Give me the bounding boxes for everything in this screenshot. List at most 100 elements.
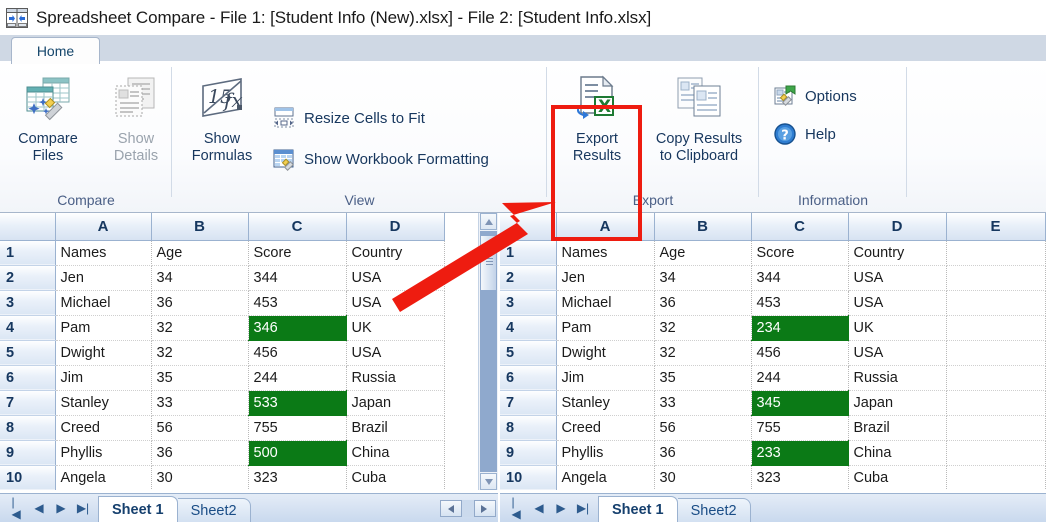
- file-2-grid[interactable]: ABCDE1NamesAgeScoreCountry2Jen34344USA3M…: [500, 213, 1046, 490]
- row-header-2[interactable]: 2: [0, 265, 55, 290]
- column-header-A[interactable]: A: [556, 213, 654, 240]
- select-all-corner[interactable]: [500, 213, 556, 240]
- cell-D3[interactable]: USA: [848, 290, 946, 315]
- last-sheet-icon[interactable]: ▶|: [72, 498, 94, 518]
- sheet-tab-sheet2[interactable]: Sheet2: [178, 498, 251, 522]
- scroll-down-arrow-icon[interactable]: [480, 473, 497, 490]
- compare-files-button[interactable]: Compare Files: [4, 69, 92, 194]
- cell-B2[interactable]: 34: [654, 265, 751, 290]
- cell-C10[interactable]: 323: [751, 465, 848, 490]
- scrollbar-thumb[interactable]: [480, 235, 497, 291]
- column-header-C[interactable]: C: [751, 213, 848, 240]
- cell-B8[interactable]: 56: [654, 415, 751, 440]
- select-all-corner[interactable]: [0, 213, 55, 240]
- column-header-C[interactable]: C: [248, 213, 346, 240]
- row-header-7[interactable]: 7: [500, 390, 556, 415]
- row-header-6[interactable]: 6: [500, 365, 556, 390]
- row-header-8[interactable]: 8: [500, 415, 556, 440]
- cell-C7[interactable]: 533: [248, 390, 346, 415]
- cell-C5[interactable]: 456: [248, 340, 346, 365]
- row-header-2[interactable]: 2: [500, 265, 556, 290]
- cell-C2[interactable]: 344: [751, 265, 848, 290]
- cell-C9[interactable]: 233: [751, 440, 848, 465]
- cell-C2[interactable]: 344: [248, 265, 346, 290]
- cell-D10[interactable]: Cuba: [848, 465, 946, 490]
- cell-C8[interactable]: 755: [751, 415, 848, 440]
- row-header-4[interactable]: 4: [500, 315, 556, 340]
- row-header-9[interactable]: 9: [0, 440, 55, 465]
- cell-E3[interactable]: [946, 290, 1045, 315]
- cell-E6[interactable]: [946, 365, 1045, 390]
- row-header-1[interactable]: 1: [500, 240, 556, 265]
- help-button[interactable]: ? Help: [773, 119, 836, 149]
- cell-C4[interactable]: 346: [248, 315, 346, 340]
- column-header-B[interactable]: B: [654, 213, 751, 240]
- row-header-5[interactable]: 5: [500, 340, 556, 365]
- cell-C5[interactable]: 456: [751, 340, 848, 365]
- cell-B5[interactable]: 32: [151, 340, 248, 365]
- cell-D8[interactable]: Brazil: [848, 415, 946, 440]
- cell-E5[interactable]: [946, 340, 1045, 365]
- cell-E10[interactable]: [946, 465, 1045, 490]
- first-sheet-icon[interactable]: |◀: [6, 498, 28, 518]
- row-header-3[interactable]: 3: [0, 290, 55, 315]
- resize-cells-to-fit-button[interactable]: Resize Cells to Fit: [272, 103, 425, 133]
- cell-D1[interactable]: Country: [848, 240, 946, 265]
- cell-A3[interactable]: Michael: [556, 290, 654, 315]
- row-header-10[interactable]: 10: [0, 465, 55, 490]
- cell-E7[interactable]: [946, 390, 1045, 415]
- cell-B9[interactable]: 36: [151, 440, 248, 465]
- cell-A2[interactable]: Jen: [556, 265, 654, 290]
- cell-B10[interactable]: 30: [654, 465, 751, 490]
- cell-B7[interactable]: 33: [654, 390, 751, 415]
- cell-A7[interactable]: Stanley: [55, 390, 151, 415]
- cell-E9[interactable]: [946, 440, 1045, 465]
- cell-D2[interactable]: USA: [848, 265, 946, 290]
- cell-B9[interactable]: 36: [654, 440, 751, 465]
- cell-D7[interactable]: Japan: [346, 390, 444, 415]
- column-header-D[interactable]: D: [346, 213, 444, 240]
- cell-B1[interactable]: Age: [654, 240, 751, 265]
- column-header-D[interactable]: D: [848, 213, 946, 240]
- show-details-button[interactable]: Show Details: [92, 69, 180, 194]
- cell-D4[interactable]: UK: [848, 315, 946, 340]
- cell-C10[interactable]: 323: [248, 465, 346, 490]
- cell-A10[interactable]: Angela: [556, 465, 654, 490]
- show-formulas-button[interactable]: 15 fx Show Formulas: [178, 69, 266, 194]
- cell-B4[interactable]: 32: [151, 315, 248, 340]
- horizontal-scrollbar[interactable]: [440, 499, 500, 517]
- next-sheet-icon[interactable]: ▶: [50, 498, 72, 518]
- cell-C6[interactable]: 244: [248, 365, 346, 390]
- scroll-up-arrow-icon[interactable]: [480, 213, 497, 230]
- cell-A4[interactable]: Pam: [55, 315, 151, 340]
- cell-C1[interactable]: Score: [248, 240, 346, 265]
- cell-E2[interactable]: [946, 265, 1045, 290]
- sheet-tab-sheet2[interactable]: Sheet2: [678, 498, 751, 522]
- cell-D9[interactable]: China: [848, 440, 946, 465]
- cell-B6[interactable]: 35: [151, 365, 248, 390]
- row-header-3[interactable]: 3: [500, 290, 556, 315]
- cell-D1[interactable]: Country: [346, 240, 444, 265]
- cell-C1[interactable]: Score: [751, 240, 848, 265]
- cell-B7[interactable]: 33: [151, 390, 248, 415]
- row-header-10[interactable]: 10: [500, 465, 556, 490]
- cell-A8[interactable]: Creed: [55, 415, 151, 440]
- row-header-6[interactable]: 6: [0, 365, 55, 390]
- show-workbook-formatting-button[interactable]: Show Workbook Formatting: [272, 144, 489, 174]
- cell-A5[interactable]: Dwight: [55, 340, 151, 365]
- scrollbar-track[interactable]: [462, 500, 474, 517]
- prev-sheet-icon[interactable]: ◀: [528, 498, 550, 518]
- cell-C7[interactable]: 345: [751, 390, 848, 415]
- column-header-E[interactable]: E: [946, 213, 1045, 240]
- cell-C3[interactable]: 453: [248, 290, 346, 315]
- cell-B8[interactable]: 56: [151, 415, 248, 440]
- cell-B3[interactable]: 36: [654, 290, 751, 315]
- cell-D9[interactable]: China: [346, 440, 444, 465]
- cell-A9[interactable]: Phyllis: [55, 440, 151, 465]
- cell-A6[interactable]: Jim: [556, 365, 654, 390]
- row-header-8[interactable]: 8: [0, 415, 55, 440]
- cell-B4[interactable]: 32: [654, 315, 751, 340]
- cell-D2[interactable]: USA: [346, 265, 444, 290]
- cell-B2[interactable]: 34: [151, 265, 248, 290]
- cell-C6[interactable]: 244: [751, 365, 848, 390]
